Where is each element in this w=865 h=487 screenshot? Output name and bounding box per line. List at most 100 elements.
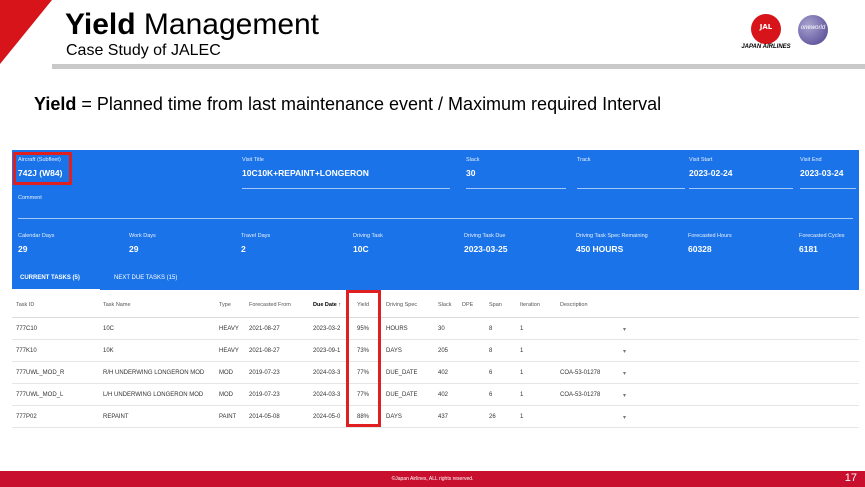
- slide-title: Yield Management: [65, 8, 319, 42]
- row-expand-chevron-down-icon[interactable]: ▾: [623, 370, 626, 377]
- cell-driving-spec: DUE_DATE: [386, 370, 418, 376]
- field-forecasted-hours: Forecasted Hours 60328: [688, 233, 732, 254]
- title-rest: Management: [135, 8, 320, 41]
- col-header-dpe[interactable]: DPE: [462, 302, 473, 308]
- copyright-text: ©Japan Airlines, ALL rights reserved.: [391, 476, 474, 482]
- cell-driving-spec: DAYS: [386, 348, 402, 354]
- table-row[interactable]: 777UWL_MOD_R R/H UNDERWING LONGERON MOD MO…: [12, 362, 859, 384]
- field-visit-end[interactable]: Visit End 2023-03-24: [800, 157, 856, 189]
- page-number: 17: [844, 472, 857, 484]
- field-label: Comment: [18, 195, 42, 201]
- row-expand-chevron-down-icon[interactable]: ▾: [623, 326, 626, 333]
- aircraft-highlight-box: [13, 152, 72, 185]
- col-header-driving-spec[interactable]: Driving Spec: [386, 302, 417, 308]
- field-value: 450 HOURS: [576, 244, 624, 254]
- cell-description: COA-53-01278: [560, 370, 601, 376]
- cell-forecasted-from: 2021-08-27: [249, 348, 280, 354]
- field-label: Forecasted Hours: [688, 233, 732, 239]
- cell-type: MOD: [219, 392, 233, 398]
- cell-slack: 402: [438, 392, 449, 398]
- cell-type: PAINT: [219, 414, 237, 420]
- col-header-span[interactable]: Span: [489, 302, 502, 308]
- cell-span: 6: [489, 370, 493, 376]
- col-header-task-name[interactable]: Task Name: [103, 302, 131, 308]
- cell-iteration: 1: [520, 370, 524, 376]
- cell-task-name: REPAINT: [103, 414, 129, 420]
- field-track[interactable]: Track: [577, 157, 685, 189]
- yield-column-highlight-box: [346, 290, 381, 427]
- cell-type: HEAVY: [219, 326, 239, 332]
- cell-driving-spec: DUE_DATE: [386, 392, 418, 398]
- col-header-task-id[interactable]: Task ID: [16, 302, 34, 308]
- field-spec-remaining: Driving Task Spec Remaining 450 HOURS: [576, 233, 648, 254]
- cell-iteration: 1: [520, 326, 524, 332]
- col-header-forecasted-from[interactable]: Forecasted From: [249, 302, 291, 308]
- field-label: Visit Start: [689, 157, 713, 163]
- field-label: Visit End: [800, 157, 822, 163]
- field-label: Visit Title: [242, 157, 264, 163]
- header-red-triangle: [0, 0, 52, 64]
- field-label: Driving Task: [353, 233, 383, 239]
- cell-task-id: 777K10: [16, 348, 37, 354]
- field-underline: [689, 188, 793, 189]
- table-row[interactable]: 777K10 10K HEAVY 2021-08-27 2023-09-1 73% DAYS…: [12, 340, 859, 362]
- field-travel-days: Travel Days 2: [241, 233, 270, 254]
- field-comment[interactable]: Comment: [18, 195, 853, 219]
- field-value: 2023-02-24: [689, 168, 733, 178]
- col-header-iteration[interactable]: Iteration: [520, 302, 540, 308]
- tab-current-tasks[interactable]: CURRENT TASKS (5): [20, 275, 80, 281]
- cell-slack: 205: [438, 348, 449, 354]
- cell-task-name: 10K: [103, 348, 114, 354]
- field-label: Track: [577, 157, 591, 163]
- col-header-type[interactable]: Type: [219, 302, 231, 308]
- oneworld-logo-icon: oneworld: [798, 15, 828, 45]
- cell-task-name: 10C: [103, 326, 115, 332]
- cell-span: 8: [489, 326, 493, 332]
- field-underline: [18, 218, 853, 219]
- cell-slack: 402: [438, 370, 449, 376]
- field-underline: [466, 188, 566, 189]
- field-visit-start[interactable]: Visit Start 2023-02-24: [689, 157, 793, 189]
- field-slack[interactable]: Slack 30: [466, 157, 566, 189]
- cell-due-date: 2023-03-2: [313, 326, 341, 332]
- table-row[interactable]: 777UWL_MOD_L L/H UNDERWING LONGERON MOD MO…: [12, 384, 859, 406]
- title-bold: Yield: [65, 8, 136, 41]
- cell-iteration: 1: [520, 392, 524, 398]
- table-body: 777C10 10C HEAVY 2021-08-27 2023-03-2 95% HOUR…: [12, 318, 859, 428]
- cell-task-name: R/H UNDERWING LONGERON MOD: [103, 370, 205, 376]
- cell-forecasted-from: 2014-05-08: [249, 414, 280, 420]
- jal-logo-text: JAPAN AIRLINES: [741, 44, 791, 50]
- field-value: 2023-03-25: [464, 244, 508, 254]
- cell-due-date: 2023-09-1: [313, 348, 341, 354]
- field-work-days: Work Days 29: [129, 233, 156, 254]
- field-value: 10C: [353, 244, 369, 254]
- field-value: 29: [129, 244, 139, 254]
- row-expand-chevron-down-icon[interactable]: ▾: [623, 392, 626, 399]
- field-label: Work Days: [129, 233, 156, 239]
- tab-next-due-tasks[interactable]: NEXT DUE TASKS (15): [114, 275, 177, 281]
- col-header-slack[interactable]: Slack: [438, 302, 451, 308]
- cell-forecasted-from: 2019-07-23: [249, 370, 280, 376]
- field-forecasted-cycles: Forecasted Cycles 6181: [799, 233, 845, 254]
- cell-type: HEAVY: [219, 348, 239, 354]
- cell-slack: 30: [438, 326, 445, 332]
- field-label: Slack: [466, 157, 480, 163]
- field-value: 2023-03-24: [800, 168, 844, 178]
- field-value: 6181: [799, 244, 818, 254]
- header-divider: [52, 64, 865, 69]
- cell-due-date: 2024-03-3: [313, 392, 341, 398]
- field-value: 10C10K+REPAINT+LONGERON: [242, 168, 369, 178]
- cell-task-id: 777UWL_MOD_L: [16, 392, 64, 398]
- slide-subtitle: Case Study of JALEC: [66, 42, 221, 59]
- table-row[interactable]: 777C10 10C HEAVY 2021-08-27 2023-03-2 95% HOUR…: [12, 318, 859, 340]
- formula-term: Yield: [34, 94, 77, 114]
- formula-definition: = Planned time from last maintenance eve…: [76, 94, 662, 114]
- table-row[interactable]: 777P02 REPAINT PAINT 2014-05-08 2024-05-0 88%…: [12, 406, 859, 428]
- col-header-description[interactable]: Description: [560, 302, 588, 308]
- field-driving-task-due: Driving Task Due 2023-03-25: [464, 233, 507, 254]
- row-expand-chevron-down-icon[interactable]: ▾: [623, 348, 626, 355]
- field-value: 29: [18, 244, 28, 254]
- col-header-due-date[interactable]: Due Date ↑: [313, 302, 341, 308]
- field-visit-title[interactable]: Visit Title 10C10K+REPAINT+LONGERON: [242, 157, 450, 189]
- row-expand-chevron-down-icon[interactable]: ▾: [623, 414, 626, 421]
